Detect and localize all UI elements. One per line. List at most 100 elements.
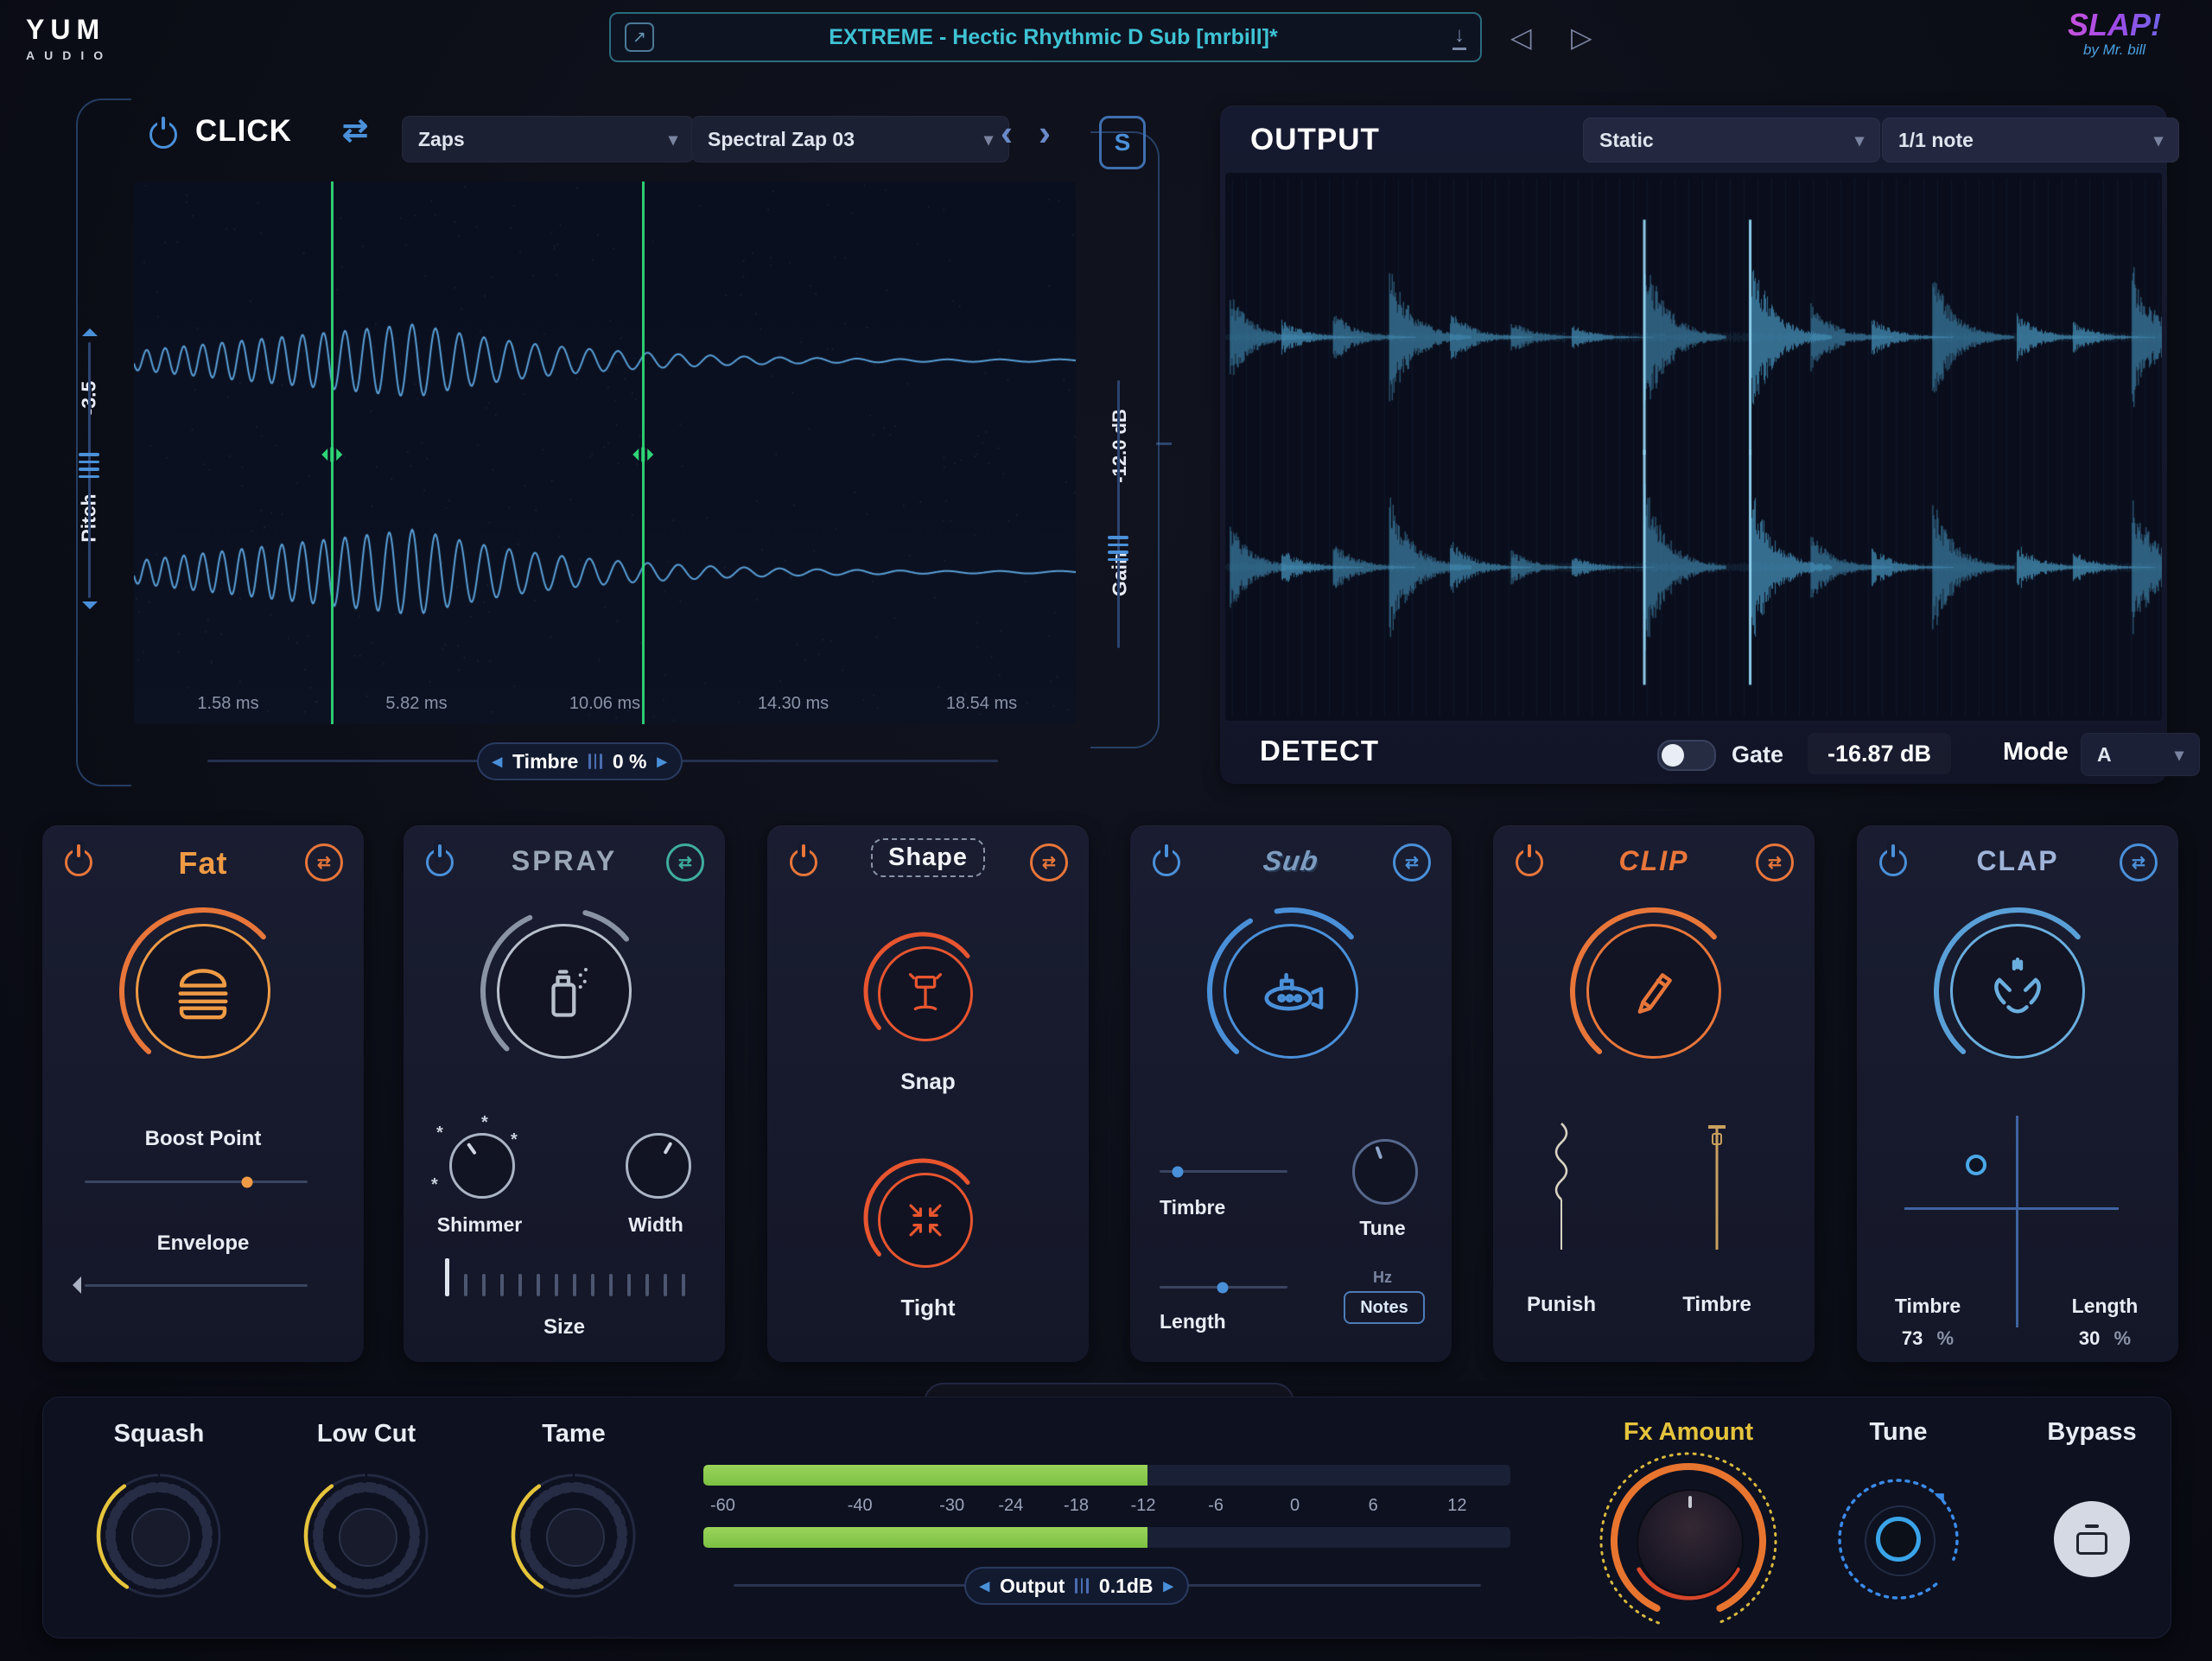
width-knob[interactable] <box>626 1133 691 1199</box>
preset-name[interactable]: EXTREME - Hectic Rhythmic D Sub [mrbill]… <box>654 25 1452 50</box>
click-timbre-pill[interactable]: ◂ Timbre 0 % ▸ <box>477 742 683 780</box>
click-power-button[interactable] <box>149 121 177 149</box>
low-cut-knob[interactable] <box>302 1471 431 1601</box>
fat-module: Fat ⇄ Boost Point Envelope <box>42 825 364 1362</box>
snap-knob[interactable] <box>858 926 988 1056</box>
sub-length-handle[interactable] <box>1217 1282 1228 1293</box>
clip-knob-face[interactable] <box>1586 924 1721 1059</box>
size-slider[interactable] <box>445 1258 685 1296</box>
size-label: Size <box>404 1315 725 1340</box>
sub-tune-label: Tune <box>1313 1217 1452 1240</box>
clip-swap-icon[interactable]: ⇄ <box>1756 843 1794 881</box>
meter-tick: -12 <box>1131 1496 1156 1516</box>
output-note-dropdown[interactable]: 1/1 note ▾ <box>1882 118 2179 162</box>
boost-point-handle[interactable] <box>242 1176 253 1187</box>
punish-slider[interactable] <box>1548 1120 1574 1254</box>
gain-value: -12.0 dB <box>1109 377 1131 515</box>
gate-toggle[interactable] <box>1657 740 1716 771</box>
click-next-preset[interactable]: › <box>1039 112 1051 154</box>
sub-tune-knob[interactable] <box>1352 1139 1418 1205</box>
sub-length-slider[interactable] <box>1160 1286 1287 1289</box>
gain-slider-track[interactable] <box>1117 380 1120 648</box>
click-solo-badge[interactable]: S <box>1099 116 1146 169</box>
brand-line2: AUDIO <box>26 48 164 62</box>
clap-xy-pad-dot[interactable] <box>1966 1155 1986 1175</box>
output-gain-pill[interactable]: ◂ Output 0.1dB ▸ <box>964 1567 1189 1605</box>
shape-swap-icon[interactable]: ⇄ <box>1030 843 1068 881</box>
low-cut-knob-face[interactable] <box>339 1508 397 1567</box>
output-trigger-dropdown[interactable]: Static ▾ <box>1583 118 1880 162</box>
click-shuffle-icon[interactable]: ⇄ <box>342 112 368 149</box>
gain-slider-handle[interactable] <box>1108 536 1128 561</box>
squash-knob[interactable] <box>94 1471 224 1601</box>
marker-pen-icon <box>1619 957 1688 1026</box>
tune-knob-ring[interactable] <box>1876 1517 1921 1562</box>
clap-swap-icon[interactable]: ⇄ <box>2120 843 2158 881</box>
meter-tick: -24 <box>998 1496 1023 1516</box>
arrow-right-icon[interactable]: ▸ <box>1164 1575 1173 1597</box>
sub-length-label: Length <box>1160 1310 1289 1333</box>
click-category-dropdown[interactable]: Zaps ▾ <box>402 116 694 162</box>
pitch-down-arrow[interactable] <box>82 601 98 609</box>
fat-swap-icon[interactable]: ⇄ <box>305 843 343 881</box>
boost-point-slider[interactable] <box>85 1181 308 1183</box>
hz-option[interactable]: Hz <box>1348 1269 1417 1287</box>
gate-toggle-knob[interactable] <box>1662 744 1684 767</box>
next-preset-button[interactable]: ▷ <box>1571 21 1592 54</box>
envelope-slider[interactable] <box>85 1284 308 1287</box>
tame-knob[interactable] <box>509 1471 639 1601</box>
clip-timbre-slider[interactable] <box>1706 1120 1728 1254</box>
bypass-icon-line <box>2085 1524 2099 1528</box>
clap-hands-icon <box>1981 955 2054 1028</box>
notes-option[interactable]: Notes <box>1344 1291 1425 1324</box>
fat-knob-face[interactable] <box>136 924 270 1059</box>
tight-knob-face[interactable] <box>878 1173 973 1268</box>
bottom-tune-knob[interactable] <box>1829 1470 1967 1608</box>
export-preset-icon[interactable]: ↗ <box>625 22 654 52</box>
clap-xy-pad-haxis[interactable] <box>1904 1207 2119 1210</box>
sub-knob-face[interactable] <box>1224 924 1358 1059</box>
tight-knob[interactable] <box>858 1153 988 1282</box>
click-marker-end-handle[interactable] <box>632 447 653 462</box>
pitch-slider-handle[interactable] <box>79 453 99 478</box>
pitch-up-arrow[interactable] <box>82 328 98 336</box>
clip-main-knob[interactable] <box>1562 900 1745 1083</box>
mode-dropdown[interactable]: A ▾ <box>2081 733 2200 776</box>
shimmer-knob[interactable] <box>449 1133 515 1199</box>
squash-knob-face[interactable] <box>131 1508 190 1567</box>
bracket-notch <box>1156 442 1172 445</box>
arrow-left-icon[interactable]: ◂ <box>493 750 502 773</box>
sub-swap-icon[interactable]: ⇄ <box>1393 843 1431 881</box>
clap-knob-face[interactable] <box>1950 924 2085 1059</box>
fat-main-knob[interactable] <box>111 900 295 1083</box>
sub-main-knob[interactable] <box>1199 900 1382 1083</box>
click-prev-preset[interactable]: ‹ <box>1001 112 1013 154</box>
spray-knob-face[interactable] <box>497 924 632 1059</box>
arrow-right-icon[interactable]: ▸ <box>657 750 666 773</box>
clap-xy-pad-vaxis[interactable] <box>2016 1116 2018 1327</box>
bypass-button[interactable] <box>2054 1501 2130 1577</box>
snap-knob-face[interactable] <box>878 946 973 1041</box>
tame-knob-face[interactable] <box>546 1508 605 1567</box>
meter-tick: 0 <box>1290 1496 1300 1516</box>
clap-main-knob[interactable] <box>1926 900 2109 1083</box>
preset-bar[interactable]: ↗ EXTREME - Hectic Rhythmic D Sub [mrbil… <box>609 12 1482 62</box>
clap-timbre-value: 73 <box>1902 1327 1923 1349</box>
bypass-pedal-icon <box>2076 1532 2107 1555</box>
fx-knob-face[interactable] <box>1637 1489 1744 1596</box>
meter-tick: -6 <box>1208 1496 1224 1516</box>
sub-timbre-slider[interactable] <box>1160 1170 1287 1173</box>
prev-preset-button[interactable]: ◁ <box>1510 21 1532 54</box>
spray-swap-icon[interactable]: ⇄ <box>666 843 704 881</box>
download-preset-icon[interactable]: ↓ <box>1452 25 1466 50</box>
arrow-left-icon[interactable]: ◂ <box>980 1575 989 1597</box>
sub-timbre-handle[interactable] <box>1172 1166 1183 1177</box>
gate-threshold-value[interactable]: -16.87 dB <box>1808 733 1951 774</box>
click-timbre-label: Timbre <box>512 750 578 773</box>
tight-label: Tight <box>767 1295 1089 1321</box>
spray-main-knob[interactable] <box>473 900 656 1083</box>
click-marker-start-handle[interactable] <box>321 447 342 462</box>
fx-amount-knob[interactable] <box>1593 1446 1783 1636</box>
envelope-handle[interactable] <box>73 1276 81 1294</box>
click-preset-dropdown[interactable]: Spectral Zap 03 ▾ <box>691 116 1009 162</box>
